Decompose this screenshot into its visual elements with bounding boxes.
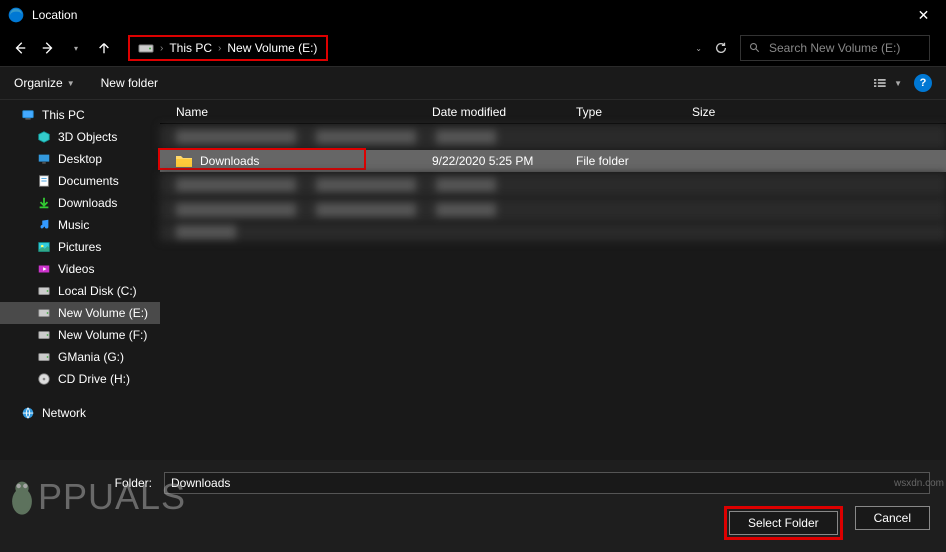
disk-icon (36, 284, 52, 298)
sidebar-item-pictures[interactable]: Pictures (0, 236, 160, 258)
desktop-icon (36, 152, 52, 166)
column-headers[interactable]: Name Date modified Type Size (160, 100, 946, 124)
sidebar-item-label: Documents (58, 174, 119, 188)
vids-icon (36, 262, 52, 276)
navbar: ▾ › This PC › New Volume (E:) ⌄ Search N… (0, 30, 946, 66)
sidebar-item-network[interactable]: Network (0, 402, 160, 424)
file-rows[interactable]: Downloads 9/22/2020 5:25 PM File folder (160, 124, 946, 460)
file-row-blurred (160, 125, 946, 149)
back-button[interactable] (8, 36, 32, 60)
pc-icon (20, 108, 36, 122)
sidebar-item-music[interactable]: Music (0, 214, 160, 236)
file-name: Downloads (200, 154, 259, 168)
main-area: This PC 3D Objects Desktop Documents Downloa… (0, 100, 946, 460)
cancel-button[interactable]: Cancel (855, 506, 930, 530)
chevron-right-icon: › (160, 43, 163, 54)
edge-icon (8, 7, 24, 23)
sidebar-item-new-volume-e-[interactable]: New Volume (E:) (0, 302, 160, 324)
select-folder-button[interactable]: Select Folder (729, 511, 838, 535)
select-folder-highlight: Select Folder (724, 506, 843, 540)
file-date: 9/22/2020 5:25 PM (432, 154, 576, 168)
sidebar-item-documents[interactable]: Documents (0, 170, 160, 192)
column-type[interactable]: Type (576, 105, 692, 119)
column-name[interactable]: Name (176, 105, 432, 119)
sidebar-item-label: Videos (58, 262, 94, 276)
refresh-button[interactable] (714, 41, 728, 55)
sidebar-item-videos[interactable]: Videos (0, 258, 160, 280)
file-row-selected[interactable]: Downloads 9/22/2020 5:25 PM File folder (160, 150, 946, 172)
new-folder-button[interactable]: New folder (101, 76, 158, 90)
down-icon (36, 196, 52, 210)
folder-input[interactable] (164, 472, 930, 494)
sidebar-item-label: CD Drive (H:) (58, 372, 130, 386)
sidebar-item-label: Local Disk (C:) (58, 284, 137, 298)
file-type: File folder (576, 154, 692, 168)
sidebar[interactable]: This PC 3D Objects Desktop Documents Downloa… (0, 100, 160, 460)
column-date[interactable]: Date modified (432, 105, 576, 119)
disk-icon (36, 350, 52, 364)
disk-icon (36, 306, 52, 320)
sidebar-item-label: This PC (42, 108, 85, 122)
folder-icon (176, 155, 192, 167)
pics-icon (36, 240, 52, 254)
folder-label: Folder: (16, 476, 156, 490)
close-button[interactable]: ✕ (901, 0, 946, 30)
sidebar-item-label: New Volume (F:) (58, 328, 147, 342)
up-button[interactable] (92, 36, 116, 60)
breadcrumb-root[interactable]: This PC (169, 41, 212, 55)
titlebar: Location ✕ (0, 0, 946, 30)
chevron-right-icon: › (218, 43, 221, 54)
sidebar-item-label: GMania (G:) (58, 350, 124, 364)
sidebar-item-3d-objects[interactable]: 3D Objects (0, 126, 160, 148)
organize-button[interactable]: Organize ▼ (14, 76, 75, 90)
disk-icon (36, 328, 52, 342)
sidebar-item-label: Desktop (58, 152, 102, 166)
bottom-panel: Folder: Select Folder Cancel (0, 460, 946, 552)
music-icon (36, 218, 52, 232)
net-icon (20, 406, 36, 420)
view-button[interactable]: ▼ (874, 74, 902, 92)
sidebar-item-this-pc[interactable]: This PC (0, 104, 160, 126)
docs-icon (36, 174, 52, 188)
file-row-blurred (160, 198, 946, 222)
sidebar-item-cd-drive-h-[interactable]: CD Drive (H:) (0, 368, 160, 390)
corner-watermark: wsxdn.com (894, 478, 944, 489)
sidebar-item-label: Music (58, 218, 89, 232)
sidebar-item-local-disk-c-[interactable]: Local Disk (C:) (0, 280, 160, 302)
sidebar-item-label: New Volume (E:) (58, 306, 148, 320)
cd-icon (36, 372, 52, 386)
sidebar-item-gmania-g-[interactable]: GMania (G:) (0, 346, 160, 368)
address-bar[interactable]: › This PC › New Volume (E:) (128, 35, 328, 61)
recent-dropdown[interactable]: ▾ (64, 36, 88, 60)
address-history-dropdown[interactable]: ⌄ (695, 44, 702, 53)
breadcrumb-current[interactable]: New Volume (E:) (227, 41, 317, 55)
column-size[interactable]: Size (692, 105, 772, 119)
3d-icon (36, 130, 52, 144)
forward-button[interactable] (36, 36, 60, 60)
sidebar-item-desktop[interactable]: Desktop (0, 148, 160, 170)
drive-icon (138, 42, 154, 54)
search-input[interactable]: Search New Volume (E:) (740, 35, 930, 61)
sidebar-item-label: 3D Objects (58, 130, 117, 144)
sidebar-item-label: Pictures (58, 240, 101, 254)
toolbar: Organize ▼ New folder ▼ ? (0, 66, 946, 100)
sidebar-item-new-volume-f-[interactable]: New Volume (F:) (0, 324, 160, 346)
sidebar-item-label: Network (42, 406, 86, 420)
help-button[interactable]: ? (914, 74, 932, 92)
window-title: Location (32, 8, 77, 22)
file-list: Name Date modified Type Size Downloads 9… (160, 100, 946, 460)
sidebar-item-label: Downloads (58, 196, 117, 210)
file-row-blurred (160, 223, 946, 241)
search-icon (749, 42, 761, 54)
sidebar-item-downloads[interactable]: Downloads (0, 192, 160, 214)
file-row-blurred (160, 173, 946, 197)
